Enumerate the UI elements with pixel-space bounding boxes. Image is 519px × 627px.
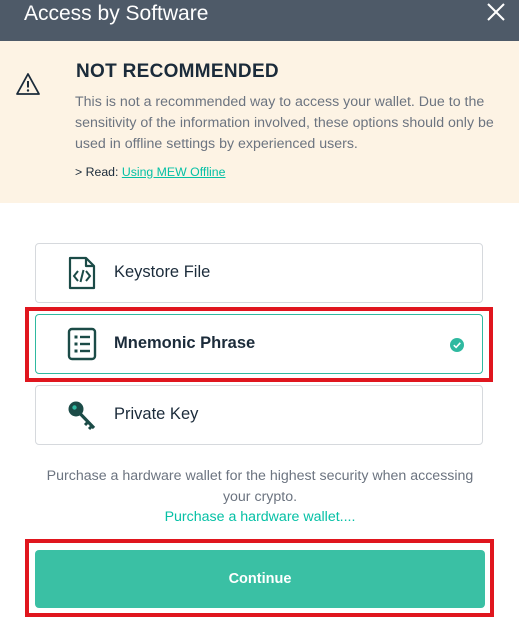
mnemonic-list-icon [67,327,97,361]
purchase-hardware-wallet-link[interactable]: Purchase a hardware wallet.... [40,509,480,525]
continue-button[interactable]: Continue [35,550,485,608]
key-icon [68,401,96,431]
warning-triangle-icon [16,73,40,95]
warning-title: NOT RECOMMENDED [76,61,279,82]
hardware-wallet-promo-text: Purchase a hardware wallet for the highe… [46,468,474,505]
option-label: Mnemonic Phrase [114,334,256,352]
checkmark-icon [450,338,464,352]
modal-header: Access by Software [0,0,519,41]
option-label: Keystore File [114,263,211,281]
option-label: Private Key [114,405,199,423]
using-mew-offline-link[interactable]: Using MEW Offline [122,165,226,179]
keystore-file-icon [68,256,96,290]
option-private-key[interactable]: Private Key [35,385,483,445]
modal-title: Access by Software [24,2,209,25]
option-keystore-file[interactable]: Keystore File [35,243,483,303]
option-mnemonic-phrase[interactable]: Mnemonic Phrase [35,314,483,374]
access-by-software-modal: Access by Software NOT RECOMMENDED This … [0,0,519,627]
warning-banner: NOT RECOMMENDED This is not a recommende… [0,41,519,203]
close-icon[interactable] [485,1,507,23]
warning-body: This is not a recommended way to access … [75,94,494,152]
read-prefix: > Read: [75,165,122,179]
warning-read-line: > Read: Using MEW Offline [75,165,225,179]
